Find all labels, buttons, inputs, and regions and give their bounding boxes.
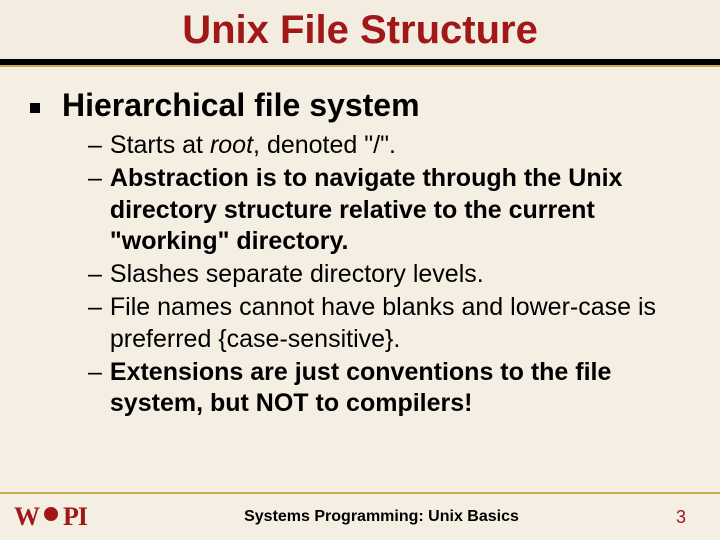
wpi-logo: W PI bbox=[14, 502, 87, 532]
list-item: – File names cannot have blanks and lowe… bbox=[88, 292, 690, 355]
list-item: – Starts at root, denoted "/". bbox=[88, 130, 690, 161]
dash-icon: – bbox=[88, 357, 102, 388]
title-area: Unix File Structure bbox=[0, 0, 720, 59]
logo-letters-pi: PI bbox=[63, 502, 87, 532]
dash-icon: – bbox=[88, 163, 102, 194]
main-bullet: Hierarchical file system bbox=[30, 87, 690, 124]
logo-head-icon bbox=[41, 507, 61, 527]
list-item-text: Starts at root, denoted "/". bbox=[110, 130, 690, 161]
footer-inner: W PI Systems Programming: Unix Basics 3 bbox=[0, 494, 720, 540]
list-item-text: Abstraction is to navigate through the U… bbox=[110, 163, 690, 257]
footer-center-text: Systems Programming: Unix Basics bbox=[87, 508, 676, 526]
footer: W PI Systems Programming: Unix Basics 3 bbox=[0, 492, 720, 540]
slide-title: Unix File Structure bbox=[0, 8, 720, 53]
list-item: – Extensions are just conventions to the… bbox=[88, 357, 690, 420]
square-bullet-icon bbox=[30, 103, 40, 113]
dash-icon: – bbox=[88, 130, 102, 161]
dash-icon: – bbox=[88, 292, 102, 323]
list-item-text: Slashes separate directory levels. bbox=[110, 259, 690, 290]
page-number: 3 bbox=[676, 507, 686, 528]
content-area: Hierarchical file system – Starts at roo… bbox=[0, 67, 720, 419]
list-item: – Abstraction is to navigate through the… bbox=[88, 163, 690, 257]
dash-icon: – bbox=[88, 259, 102, 290]
sub-bullet-list: – Starts at root, denoted "/". – Abstrac… bbox=[88, 130, 690, 419]
main-bullet-text: Hierarchical file system bbox=[62, 87, 420, 124]
list-item: – Slashes separate directory levels. bbox=[88, 259, 690, 290]
list-item-text: Extensions are just conventions to the f… bbox=[110, 357, 690, 420]
list-item-text: File names cannot have blanks and lower-… bbox=[110, 292, 690, 355]
logo-letter-w: W bbox=[14, 502, 39, 532]
